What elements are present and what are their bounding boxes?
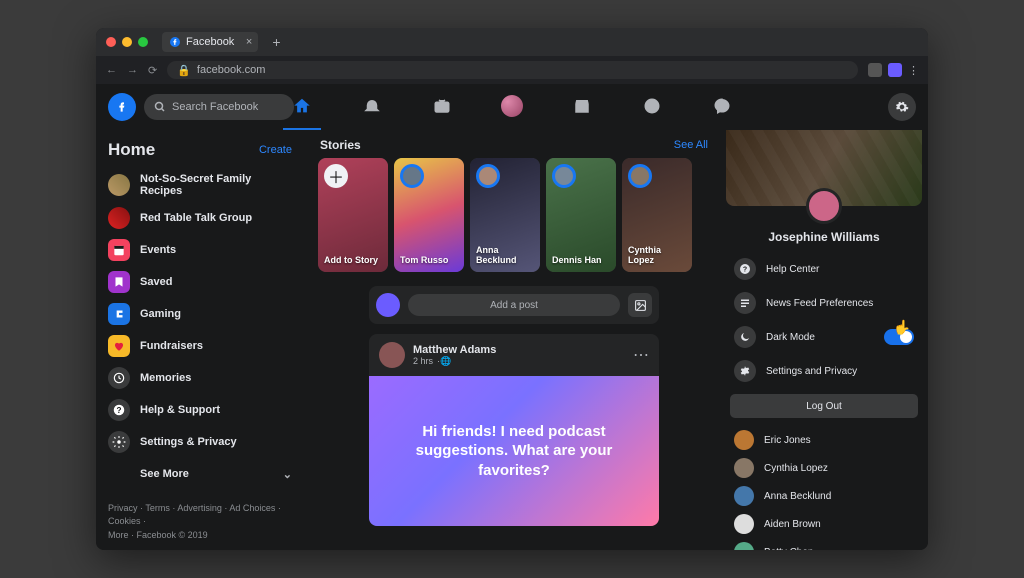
contact-item[interactable]: Anna Becklund [730,482,918,510]
nav-profile[interactable] [493,84,531,130]
profile-cover [726,130,922,206]
feed: Stories See All ＋Add to Story Tom Russo … [308,130,720,550]
help-icon: ? [734,258,756,280]
nav-marketplace[interactable] [563,84,601,130]
composer: Add a post [369,286,659,324]
gear-icon [734,360,756,382]
stories-see-all[interactable]: See All [674,139,708,151]
profile-menu: ?Help Center News Feed Preferences Dark … [726,252,922,388]
composer-avatar[interactable] [376,293,400,317]
sidebar-item-memories[interactable]: Memories [102,362,298,394]
post-author-avatar[interactable] [379,342,405,368]
nav-notifications[interactable] [353,84,391,130]
composer-input[interactable]: Add a post [408,294,620,316]
sidebar-title: Home [108,140,155,160]
composer-photo-button[interactable] [628,293,652,317]
globe-icon: ·🌐 [437,356,451,367]
sidebar-item-recipes[interactable]: Not-So-Secret Family Recipes [102,168,298,202]
moon-icon [734,326,756,348]
url-text: facebook.com [197,64,265,76]
contact-item[interactable]: Cynthia Lopez [730,454,918,482]
sidebar-item-saved[interactable]: Saved [102,266,298,298]
story-card[interactable]: Dennis Han [546,158,616,272]
sidebar-item-help[interactable]: ?Help & Support [102,394,298,426]
story-add[interactable]: ＋Add to Story [318,158,388,272]
browser-window: Facebook × + ← → ⟳ 🔒 facebook.com ⋮ [96,28,928,550]
post-timestamp: 2 hrs·🌐 [413,356,496,367]
menu-news-feed-prefs[interactable]: News Feed Preferences [730,286,918,320]
story-card[interactable]: Cynthia Lopez [622,158,692,272]
contact-item[interactable]: Betty Chen [730,538,918,550]
top-nav: Search Facebook [96,84,928,130]
app-root: Search Facebook Home [96,84,928,550]
forward-button[interactable]: → [127,64,138,76]
window-controls [106,37,148,47]
stories-row: ＋Add to Story Tom Russo Anna Becklund De… [318,158,710,272]
menu-dark-mode[interactable]: Dark Mode [730,320,918,354]
maximize-window-button[interactable] [138,37,148,47]
browser-tab[interactable]: Facebook × [162,32,258,52]
nav-watch[interactable] [423,84,461,130]
chevron-down-icon: ⌄ [283,468,292,481]
tab-title: Facebook [186,36,234,48]
dark-mode-toggle[interactable] [884,329,914,345]
footer-links: Privacy · Terms · Advertising · Ad Choic… [102,502,298,551]
logout-button[interactable]: Log Out [730,394,918,418]
nav-messenger[interactable] [703,84,741,130]
svg-text:?: ? [117,406,122,415]
stories-title: Stories [320,138,361,152]
post-author-name[interactable]: Matthew Adams [413,344,496,356]
browser-profile-avatar[interactable] [888,63,902,77]
browser-menu-icon[interactable]: ⋮ [908,64,918,77]
new-tab-button[interactable]: + [272,34,280,50]
post-text: Hi friends! I need podcast suggestions. … [393,422,635,481]
browser-toolbar: ← → ⟳ 🔒 facebook.com ⋮ [96,56,928,84]
sidebar-item-fundraisers[interactable]: Fundraisers [102,330,298,362]
search-placeholder: Search Facebook [172,101,258,113]
facebook-logo[interactable] [108,93,136,121]
plus-icon: ＋ [324,164,348,188]
profile-avatar[interactable] [806,188,842,224]
story-card[interactable]: Anna Becklund [470,158,540,272]
back-button[interactable]: ← [106,64,117,76]
contacts-list: Eric Jones Cynthia Lopez Anna Becklund A… [726,426,922,550]
profile-name[interactable]: Josephine Williams [726,230,922,244]
right-column: Josephine Williams ?Help Center News Fee… [720,130,928,550]
feed-icon [734,292,756,314]
sidebar-item-redtable[interactable]: Red Table Talk Group [102,202,298,234]
extension-icon[interactable] [868,63,882,77]
nav-home[interactable] [283,84,321,130]
contact-item[interactable]: Eric Jones [730,426,918,454]
contact-item[interactable]: Aiden Brown [730,510,918,538]
post-card: Matthew Adams 2 hrs·🌐 ⋯ Hi friends! I ne… [369,334,659,526]
post-body: Hi friends! I need podcast suggestions. … [369,376,659,526]
sidebar-item-see-more[interactable]: See More⌄ [102,458,298,490]
lock-icon: 🔒 [177,64,191,77]
sidebar-item-settings[interactable]: Settings & Privacy [102,426,298,458]
minimize-window-button[interactable] [122,37,132,47]
sidebar-item-gaming[interactable]: Gaming [102,298,298,330]
menu-help-center[interactable]: ?Help Center [730,252,918,286]
close-tab-icon[interactable]: × [246,36,252,48]
left-sidebar: Home Create Not-So-Secret Family Recipes… [96,130,308,550]
create-link[interactable]: Create [259,144,292,156]
svg-text:?: ? [743,267,747,274]
address-bar[interactable]: 🔒 facebook.com [167,61,858,79]
search-icon [154,101,166,113]
story-card[interactable]: Tom Russo [394,158,464,272]
search-input[interactable]: Search Facebook [144,94,294,120]
nav-groups[interactable] [633,84,671,130]
close-window-button[interactable] [106,37,116,47]
post-more-button[interactable]: ⋯ [633,345,649,365]
reload-button[interactable]: ⟳ [148,64,157,77]
menu-settings-privacy[interactable]: Settings and Privacy [730,354,918,388]
settings-gear-button[interactable] [888,93,916,121]
sidebar-item-events[interactable]: Events [102,234,298,266]
window-titlebar: Facebook × + [96,28,928,56]
